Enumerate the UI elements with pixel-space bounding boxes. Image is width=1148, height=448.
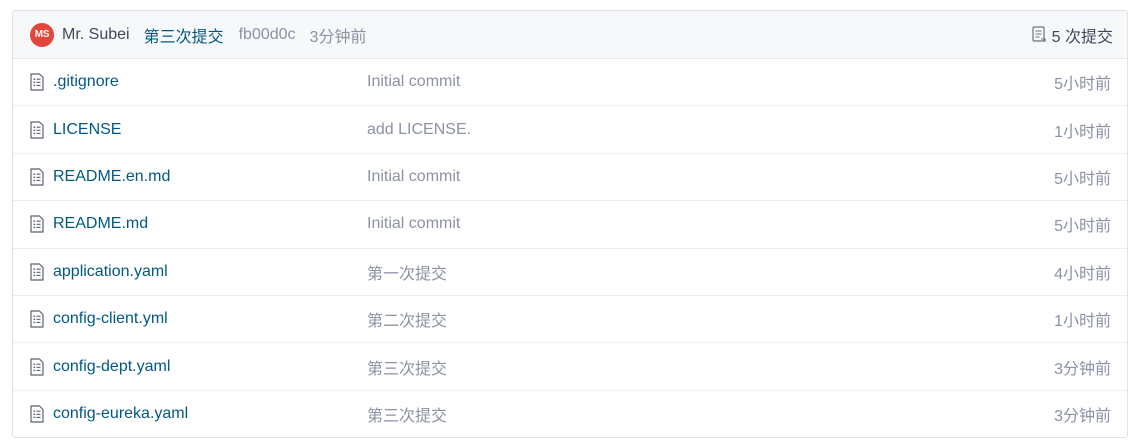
file-list: .gitignore Initial commit 5小时前 LICENSE a… (13, 59, 1127, 437)
file-commit-message[interactable]: Initial commit (367, 215, 460, 233)
file-commit-message[interactable]: Initial commit (367, 73, 460, 91)
file-row: README.md Initial commit 5小时前 (13, 201, 1127, 249)
file-row: config-dept.yaml 第三次提交 3分钟前 (13, 343, 1127, 391)
commit-time: 3分钟前 (309, 28, 367, 46)
file-commit-time: 4小时前 (1054, 265, 1111, 283)
file-row: LICENSE add LICENSE. 1小时前 (13, 106, 1127, 154)
file-name-link[interactable]: application.yaml (53, 263, 168, 281)
file-commit-time: 5小时前 (1054, 170, 1111, 188)
file-commit-message[interactable]: 第一次提交 (367, 260, 447, 284)
commits-count-label: 5 次提交 (1051, 28, 1113, 46)
file-commit-message[interactable]: 第三次提交 (367, 402, 447, 426)
file-name-link[interactable]: README.en.md (53, 168, 170, 186)
file-commit-time: 3分钟前 (1054, 360, 1111, 378)
file-commit-message[interactable]: 第二次提交 (367, 307, 447, 331)
latest-commit-bar: MS Mr. Subei 第三次提交 fb00d0c 3分钟前 5 次提交 (13, 11, 1127, 59)
file-row: .gitignore Initial commit 5小时前 (13, 59, 1127, 107)
file-commit-message[interactable]: add LICENSE. (367, 121, 471, 139)
file-icon (30, 215, 44, 233)
file-name-link[interactable]: config-client.yml (53, 310, 168, 328)
file-row: application.yaml 第一次提交 4小时前 (13, 249, 1127, 296)
file-row: README.en.md Initial commit 5小时前 (13, 154, 1127, 202)
file-name-link[interactable]: config-eureka.yaml (53, 405, 188, 423)
file-icon (30, 310, 44, 328)
file-row: config-client.yml 第二次提交 1小时前 (13, 296, 1127, 344)
file-icon (30, 405, 44, 424)
file-icon (30, 357, 44, 376)
commit-history-icon (1032, 26, 1046, 42)
commit-hash[interactable]: fb00d0c (239, 26, 296, 44)
file-commit-time: 5小时前 (1054, 76, 1111, 94)
file-commit-time: 3分钟前 (1054, 408, 1111, 426)
file-icon (30, 73, 44, 91)
file-commit-message[interactable]: Initial commit (367, 168, 460, 186)
file-name-link[interactable]: README.md (53, 215, 148, 233)
file-commit-time: 5小时前 (1054, 218, 1111, 236)
file-commit-time: 1小时前 (1054, 313, 1111, 331)
file-row: config-eureka.yaml 第三次提交 3分钟前 (13, 391, 1127, 437)
avatar[interactable]: MS (30, 22, 54, 47)
file-icon (30, 168, 44, 186)
file-name-link[interactable]: .gitignore (53, 73, 119, 91)
commit-author[interactable]: Mr. Subei (62, 26, 130, 44)
commits-count-link[interactable]: 5 次提交 (1032, 23, 1113, 47)
file-icon (30, 263, 44, 281)
file-commit-message[interactable]: 第三次提交 (367, 355, 447, 379)
commit-message-link[interactable]: 第三次提交 (144, 23, 224, 47)
file-icon (30, 120, 44, 139)
file-commit-time: 1小时前 (1054, 123, 1111, 141)
file-tree-panel: MS Mr. Subei 第三次提交 fb00d0c 3分钟前 5 次提交 .g… (12, 10, 1128, 438)
file-name-link[interactable]: LICENSE (53, 121, 121, 139)
file-name-link[interactable]: config-dept.yaml (53, 358, 170, 376)
